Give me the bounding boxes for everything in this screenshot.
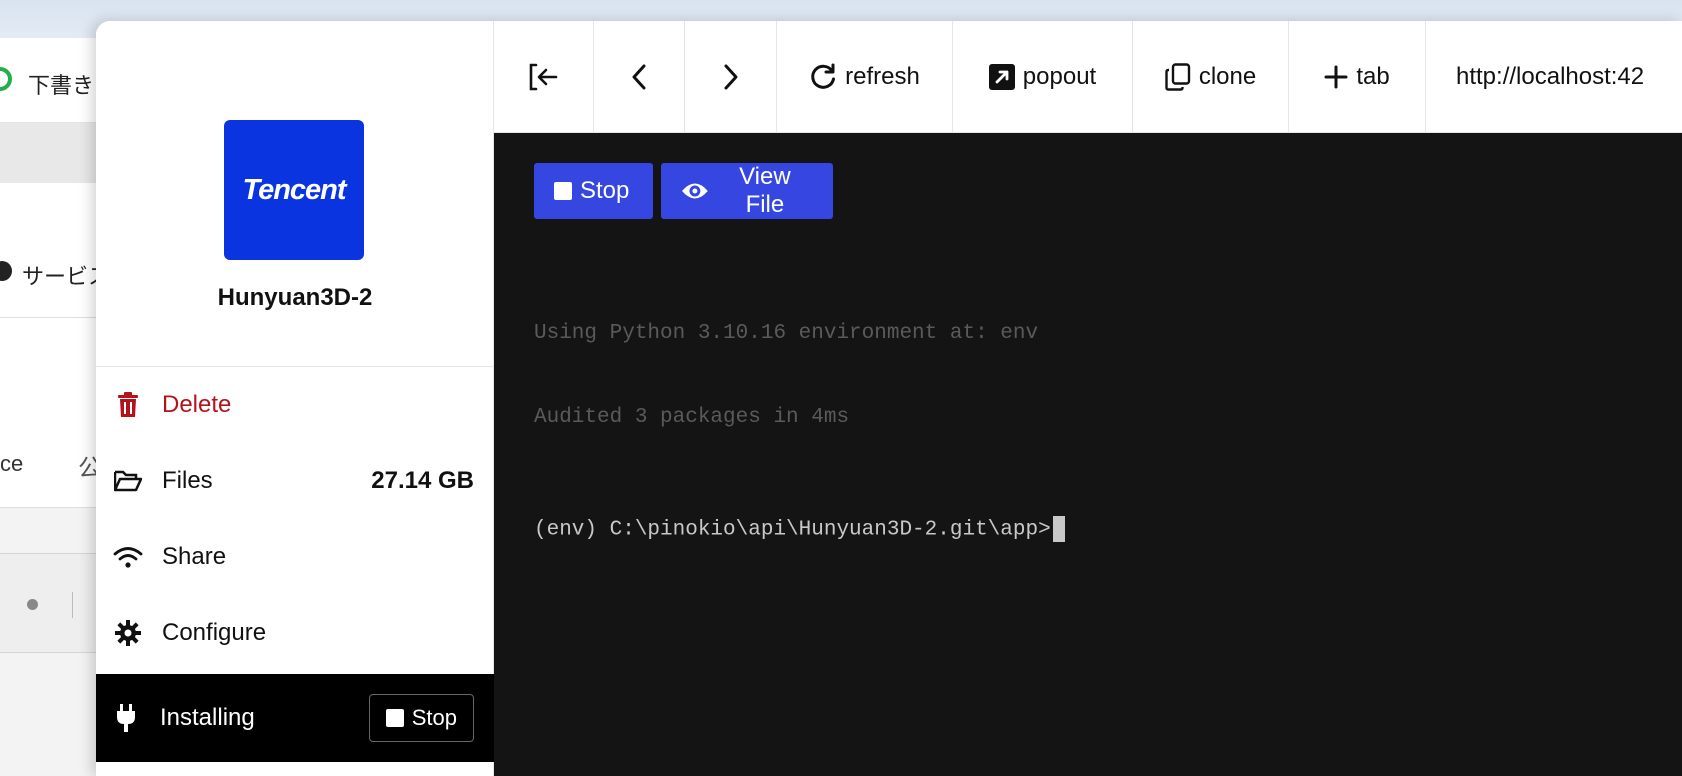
app-logo: Tencent [224, 120, 364, 260]
divider [72, 592, 73, 618]
refresh-button[interactable]: refresh [777, 21, 953, 132]
popout-button[interactable]: popout [953, 21, 1133, 132]
view-file-button[interactable]: View File [661, 163, 833, 219]
sidebar-item-share-label: Share [162, 543, 227, 570]
sidebar-item-configure-label: Configure [162, 619, 267, 646]
sidebar: Tencent Hunyuan3D-2 Delete Files 27.14 G… [96, 21, 494, 776]
terminal-stop-button[interactable]: Stop [534, 163, 653, 219]
stop-icon [385, 709, 404, 727]
app-status-icon [0, 67, 12, 91]
sidebar-item-configure[interactable]: Configure [96, 595, 494, 671]
new-tab-button[interactable]: tab [1289, 21, 1426, 132]
back-button[interactable] [594, 21, 685, 132]
plug-icon [112, 702, 140, 734]
new-tab-label: tab [1356, 62, 1390, 90]
install-stop-label: Stop [411, 705, 457, 730]
clone-label: clone [1198, 62, 1257, 90]
copy-icon [1165, 62, 1191, 91]
exit-button[interactable] [494, 21, 594, 132]
clone-button[interactable]: clone [1133, 21, 1289, 132]
background-window: 下書き サービス ce 公 [0, 38, 110, 776]
terminal-prompt: (env) C:\pinokio\api\Hunyuan3D-2.git\app… [534, 518, 1051, 542]
sidebar-item-share[interactable]: Share [96, 519, 494, 595]
background-toolbar [0, 123, 110, 183]
popout-icon [988, 63, 1015, 90]
install-status-label: Installing [160, 704, 255, 731]
background-panel-2: ce 公 [0, 318, 110, 508]
pinokio-window: Tencent Hunyuan3D-2 Delete Files 27.14 G… [96, 21, 1682, 776]
terminal-line: Audited 3 packages in 4ms [534, 406, 850, 429]
view-file-label: View File [739, 163, 791, 218]
sidebar-item-files[interactable]: Files 27.14 GB [96, 443, 494, 519]
wifi-icon [112, 541, 144, 573]
trash-icon [112, 389, 144, 421]
background-tab-label: 下書き [28, 73, 95, 98]
folder-open-icon [112, 465, 144, 497]
app-header: Tencent Hunyuan3D-2 [96, 21, 494, 367]
url-display[interactable]: http://localhost:42 [1426, 21, 1682, 132]
install-stop-button[interactable]: Stop [368, 694, 474, 742]
app-logo-text: Tencent [242, 173, 346, 206]
sidebar-item-delete-label: Delete [162, 391, 232, 418]
forward-button[interactable] [685, 21, 777, 132]
eye-icon [681, 183, 708, 199]
terminal-stop-label: Stop [580, 177, 630, 204]
terminal-cursor [1052, 516, 1065, 542]
background-panel-2-label: ce [0, 451, 24, 476]
install-status-bar: Installing Stop [96, 674, 494, 762]
background-tab[interactable]: 下書き [0, 38, 110, 123]
chevron-left-icon [632, 64, 646, 89]
exit-icon [529, 63, 557, 90]
chevron-right-icon [724, 64, 737, 89]
gear-icon [112, 617, 144, 649]
stop-icon [554, 182, 572, 200]
background-panel-3 [0, 553, 110, 653]
refresh-label: refresh [845, 62, 920, 90]
sidebar-item-delete[interactable]: Delete [96, 367, 494, 443]
app-name: Hunyuan3D-2 [217, 284, 373, 311]
browser-toolbar: refresh popout clone tab http://localhos… [494, 21, 1682, 133]
dot-icon [27, 599, 38, 610]
refresh-icon [811, 63, 836, 89]
background-panel-icon [0, 261, 12, 281]
sidebar-item-files-label: Files [162, 467, 213, 494]
terminal-prompt-line: (env) C:\pinokio\api\Hunyuan3D-2.git\app… [534, 516, 1065, 545]
background-panel: サービス [0, 183, 110, 318]
files-size: 27.14 GB [371, 467, 474, 494]
terminal-panel[interactable]: Stop View File Using Python 3.10.16 envi… [494, 133, 1682, 776]
popout-label: popout [1022, 62, 1097, 90]
plus-icon [1324, 65, 1348, 88]
terminal-line: Using Python 3.10.16 environment at: env [534, 322, 1039, 345]
terminal-output: Using Python 3.10.16 environment at: env… [534, 264, 1065, 601]
